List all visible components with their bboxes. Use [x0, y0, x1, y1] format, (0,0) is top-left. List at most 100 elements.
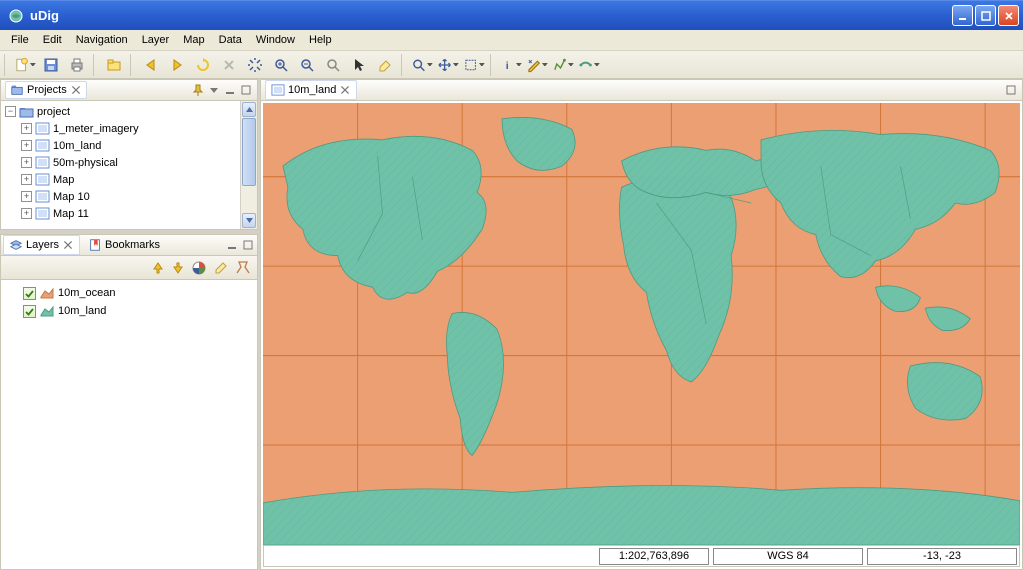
- pin-icon[interactable]: [191, 83, 205, 97]
- edit-tool-button[interactable]: [525, 54, 549, 76]
- maximize-icon[interactable]: [241, 238, 255, 252]
- zoom-selection-button[interactable]: [321, 54, 345, 76]
- select-tool-button[interactable]: [462, 54, 486, 76]
- menu-bar: File Edit Navigation Layer Map Data Wind…: [0, 30, 1023, 51]
- tree-item[interactable]: +Map: [21, 171, 257, 188]
- map-icon: [35, 173, 50, 186]
- menu-data[interactable]: Data: [212, 32, 249, 48]
- layers-icon: [9, 238, 23, 252]
- layers-title: Layers: [26, 239, 59, 251]
- projects-view: Projects − project: [0, 79, 258, 234]
- expand-icon[interactable]: +: [21, 174, 32, 185]
- expand-icon[interactable]: +: [21, 191, 32, 202]
- layer-item[interactable]: 10m_ocean: [5, 284, 253, 302]
- map-icon: [35, 122, 50, 135]
- minimize-icon[interactable]: [223, 83, 237, 97]
- save-button[interactable]: [39, 54, 63, 76]
- scrollbar[interactable]: [240, 101, 257, 229]
- layer-item[interactable]: 10m_land: [5, 302, 253, 320]
- stop-button[interactable]: [217, 54, 241, 76]
- menu-map[interactable]: Map: [176, 32, 211, 48]
- maximize-icon[interactable]: [239, 83, 253, 97]
- expand-icon[interactable]: +: [21, 157, 32, 168]
- zoom-extent-button[interactable]: [243, 54, 267, 76]
- map-editor: 1:202,763,896 WGS 84 -13, -23: [260, 101, 1023, 570]
- zoom-tool-button[interactable]: [410, 54, 434, 76]
- draw-tool-button[interactable]: [551, 54, 575, 76]
- close-icon[interactable]: [62, 239, 74, 251]
- tree-item[interactable]: +50m-physical: [21, 154, 257, 171]
- expand-icon[interactable]: +: [21, 123, 32, 134]
- projects-title: Projects: [27, 84, 67, 96]
- tree-item[interactable]: +Map 11: [21, 205, 257, 222]
- layer-swatch-icon: [40, 306, 54, 317]
- svg-text:i: i: [506, 60, 509, 71]
- editor-tab-bar: 10m_land: [260, 79, 1023, 101]
- bookmarks-icon: [88, 238, 102, 252]
- move-up-icon[interactable]: [151, 261, 165, 275]
- scale-display[interactable]: 1:202,763,896: [599, 548, 709, 565]
- scroll-down-icon[interactable]: [242, 213, 256, 228]
- new-button[interactable]: [13, 54, 37, 76]
- map-icon: [35, 139, 50, 152]
- eraser-button[interactable]: [373, 54, 397, 76]
- zoom-out-button[interactable]: [295, 54, 319, 76]
- close-button[interactable]: [998, 5, 1019, 26]
- title-bar: uDig: [0, 0, 1023, 30]
- move-down-icon[interactable]: [171, 261, 185, 275]
- cursor-button[interactable]: [347, 54, 371, 76]
- scroll-thumb[interactable]: [242, 118, 256, 186]
- pan-tool-button[interactable]: [436, 54, 460, 76]
- measure-tool-button[interactable]: [577, 54, 601, 76]
- minimize-button[interactable]: [952, 5, 973, 26]
- menu-layer[interactable]: Layer: [135, 32, 177, 48]
- tree-root[interactable]: − project: [5, 103, 257, 120]
- editor-tab[interactable]: 10m_land: [265, 80, 357, 100]
- map-icon: [35, 207, 50, 220]
- status-bar: 1:202,763,896 WGS 84 -13, -23: [263, 545, 1020, 567]
- maximize-icon[interactable]: [1004, 83, 1018, 97]
- filter-layer-icon[interactable]: [235, 260, 251, 276]
- app-icon: [8, 8, 24, 24]
- scroll-up-icon[interactable]: [242, 102, 256, 117]
- map-canvas[interactable]: [263, 103, 1020, 545]
- maximize-button[interactable]: [975, 5, 996, 26]
- menu-file[interactable]: File: [4, 32, 36, 48]
- tree-item[interactable]: +10m_land: [21, 137, 257, 154]
- collapse-icon[interactable]: −: [5, 106, 16, 117]
- layer-swatch-icon: [40, 288, 54, 299]
- menu-help[interactable]: Help: [302, 32, 339, 48]
- map-icon: [35, 156, 50, 169]
- print-button[interactable]: [65, 54, 89, 76]
- forward-button[interactable]: [165, 54, 189, 76]
- zoom-in-button[interactable]: [269, 54, 293, 76]
- close-icon[interactable]: [339, 84, 351, 96]
- expand-icon[interactable]: +: [21, 208, 32, 219]
- minimize-icon[interactable]: [225, 238, 239, 252]
- menu-navigation[interactable]: Navigation: [69, 32, 135, 48]
- menu-icon[interactable]: [207, 83, 221, 97]
- editor-tab-label: 10m_land: [288, 84, 336, 96]
- back-button[interactable]: [139, 54, 163, 76]
- close-icon[interactable]: [70, 84, 82, 96]
- crs-display[interactable]: WGS 84: [713, 548, 863, 565]
- window-title: uDig: [28, 8, 952, 23]
- style-icon[interactable]: [191, 260, 207, 276]
- bookmarks-tab[interactable]: Bookmarks: [82, 235, 166, 255]
- coords-display: -13, -23: [867, 548, 1017, 565]
- menu-edit[interactable]: Edit: [36, 32, 69, 48]
- edit-layer-icon[interactable]: [213, 260, 229, 276]
- bookmarks-title: Bookmarks: [105, 239, 160, 251]
- layers-tab[interactable]: Layers: [3, 235, 80, 255]
- tree-item[interactable]: +1_meter_imagery: [21, 120, 257, 137]
- layer-checkbox[interactable]: [23, 287, 36, 300]
- menu-window[interactable]: Window: [249, 32, 302, 48]
- expand-icon[interactable]: +: [21, 140, 32, 151]
- open-project-button[interactable]: [102, 54, 126, 76]
- tree-item[interactable]: +Map 10: [21, 188, 257, 205]
- projects-tab[interactable]: Projects: [5, 81, 87, 99]
- map-icon: [271, 83, 285, 97]
- refresh-button[interactable]: [191, 54, 215, 76]
- info-tool-button[interactable]: i: [499, 54, 523, 76]
- layer-checkbox[interactable]: [23, 305, 36, 318]
